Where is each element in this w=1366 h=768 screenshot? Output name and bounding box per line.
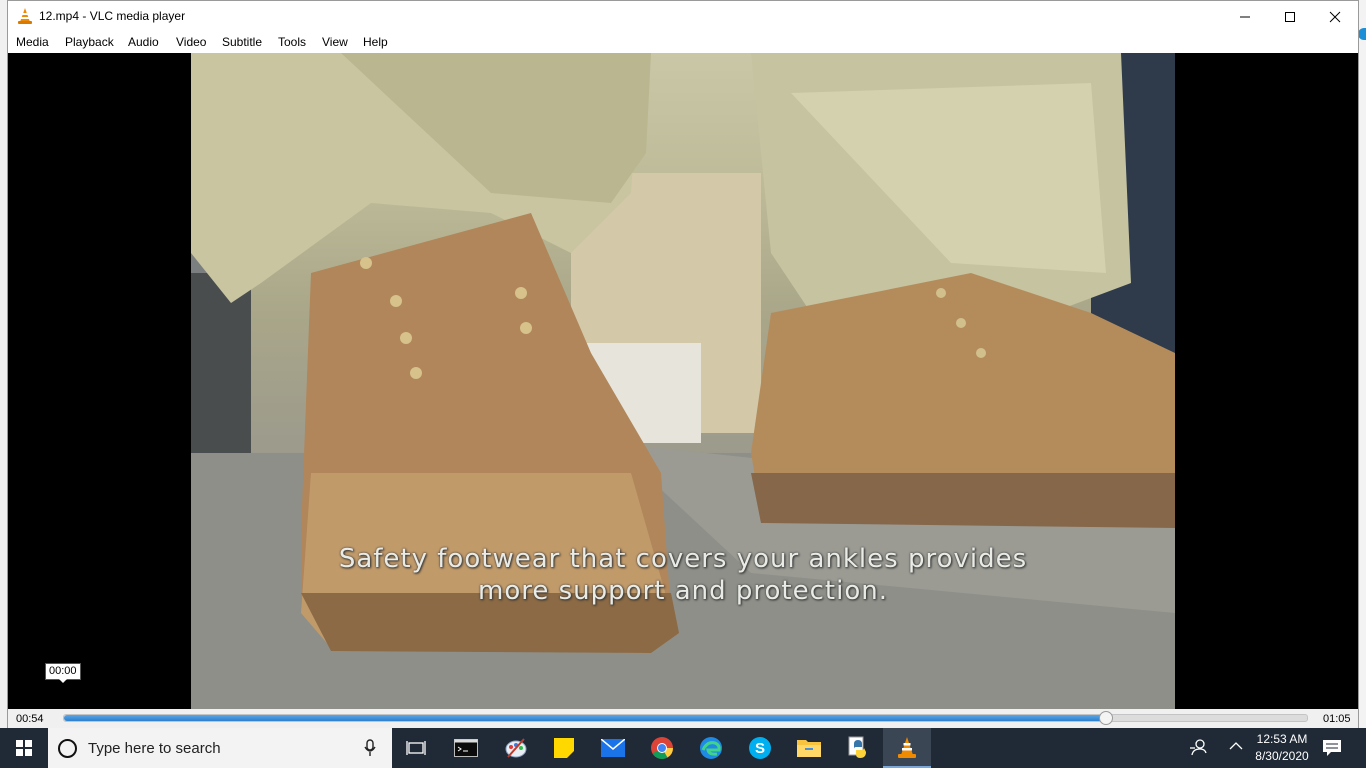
menu-audio[interactable]: Audio bbox=[128, 35, 159, 49]
subtitle-overlay: Safety footwear that covers your ankles … bbox=[191, 543, 1175, 607]
task-view-icon bbox=[406, 741, 426, 755]
menu-playback[interactable]: Playback bbox=[65, 35, 114, 49]
minimize-icon bbox=[1240, 16, 1250, 17]
close-button[interactable] bbox=[1312, 1, 1358, 32]
notification-icon[interactable] bbox=[1322, 739, 1342, 757]
mail-button[interactable] bbox=[589, 728, 637, 768]
desktop-background-right bbox=[1358, 0, 1366, 728]
paint-icon bbox=[505, 738, 527, 758]
skype-button[interactable]: S bbox=[736, 728, 784, 768]
terminal-icon bbox=[454, 739, 478, 757]
seek-handle[interactable] bbox=[1098, 711, 1113, 725]
chrome-button[interactable] bbox=[638, 728, 686, 768]
menu-subtitle[interactable]: Subtitle bbox=[222, 35, 262, 49]
search-placeholder: Type here to search bbox=[88, 740, 221, 757]
menu-help[interactable]: Help bbox=[363, 35, 388, 49]
taskbar: Type here to search S 12:53 AM 8/30/2020 bbox=[0, 728, 1366, 768]
menu-video[interactable]: Video bbox=[176, 35, 206, 49]
edge-icon bbox=[700, 737, 722, 759]
taskbar-search[interactable]: Type here to search bbox=[48, 728, 392, 768]
minimize-button[interactable] bbox=[1222, 1, 1268, 32]
vlc-taskbar-button[interactable] bbox=[883, 728, 931, 768]
subtitle-line-1: Safety footwear that covers your ankles … bbox=[338, 544, 1028, 574]
video-frame[interactable]: Safety footwear that covers your ankles … bbox=[191, 53, 1175, 709]
maximize-button[interactable] bbox=[1267, 1, 1313, 32]
vlc-cone-icon bbox=[18, 8, 32, 24]
sticky-notes-icon bbox=[554, 738, 574, 758]
clock-date: 8/30/2020 bbox=[1255, 749, 1309, 763]
maximize-icon bbox=[1285, 11, 1295, 22]
menu-tools[interactable]: Tools bbox=[278, 35, 306, 49]
people-icon[interactable] bbox=[1189, 738, 1207, 756]
cortana-icon bbox=[58, 739, 77, 758]
seek-bar[interactable] bbox=[63, 711, 1308, 725]
python-icon bbox=[848, 736, 866, 758]
seek-bar-fill bbox=[64, 715, 1106, 721]
python-button[interactable] bbox=[834, 728, 882, 768]
file-explorer-button[interactable] bbox=[785, 728, 833, 768]
window-title: 12.mp4 - VLC media player bbox=[39, 9, 186, 23]
menu-view[interactable]: View bbox=[322, 35, 348, 49]
elapsed-time[interactable]: 00:54 bbox=[16, 713, 44, 725]
task-view-button[interactable] bbox=[392, 728, 440, 768]
menu-bar: Media Playback Audio Video Subtitle Tool… bbox=[8, 32, 1358, 53]
vlc-icon bbox=[898, 737, 916, 758]
svg-text:S: S bbox=[755, 740, 765, 757]
chrome-icon bbox=[651, 737, 673, 759]
title-bar[interactable]: 12.mp4 - VLC media player bbox=[8, 1, 1358, 32]
desktop-app-edge bbox=[1358, 28, 1366, 40]
close-icon bbox=[1329, 11, 1341, 22]
playback-controls: 00:54 01:05 bbox=[8, 709, 1358, 729]
vlc-window: 12.mp4 - VLC media player Media Playback… bbox=[7, 0, 1359, 729]
subtitle-line-2: more support and protection. bbox=[478, 576, 888, 606]
edge-button[interactable] bbox=[687, 728, 735, 768]
sticky-notes-button[interactable] bbox=[540, 728, 588, 768]
skype-icon: S bbox=[749, 737, 771, 759]
microphone-icon[interactable] bbox=[364, 739, 376, 757]
mail-icon bbox=[601, 739, 625, 757]
start-button[interactable] bbox=[0, 728, 48, 768]
menu-media[interactable]: Media bbox=[16, 35, 49, 49]
file-explorer-icon bbox=[797, 740, 821, 757]
chevron-up-icon[interactable] bbox=[1229, 741, 1243, 751]
paint-button[interactable] bbox=[492, 728, 540, 768]
video-area[interactable]: Safety footwear that covers your ankles … bbox=[8, 53, 1358, 709]
system-clock[interactable]: 12:53 AM 8/30/2020 bbox=[1249, 731, 1315, 765]
seek-time-tooltip: 00:00 bbox=[45, 663, 81, 683]
video-scene-image bbox=[191, 53, 1175, 709]
windows-logo-icon bbox=[16, 740, 32, 756]
clock-time: 12:53 AM bbox=[1256, 732, 1308, 746]
terminal-button[interactable] bbox=[442, 728, 490, 768]
total-time[interactable]: 01:05 bbox=[1323, 713, 1351, 725]
